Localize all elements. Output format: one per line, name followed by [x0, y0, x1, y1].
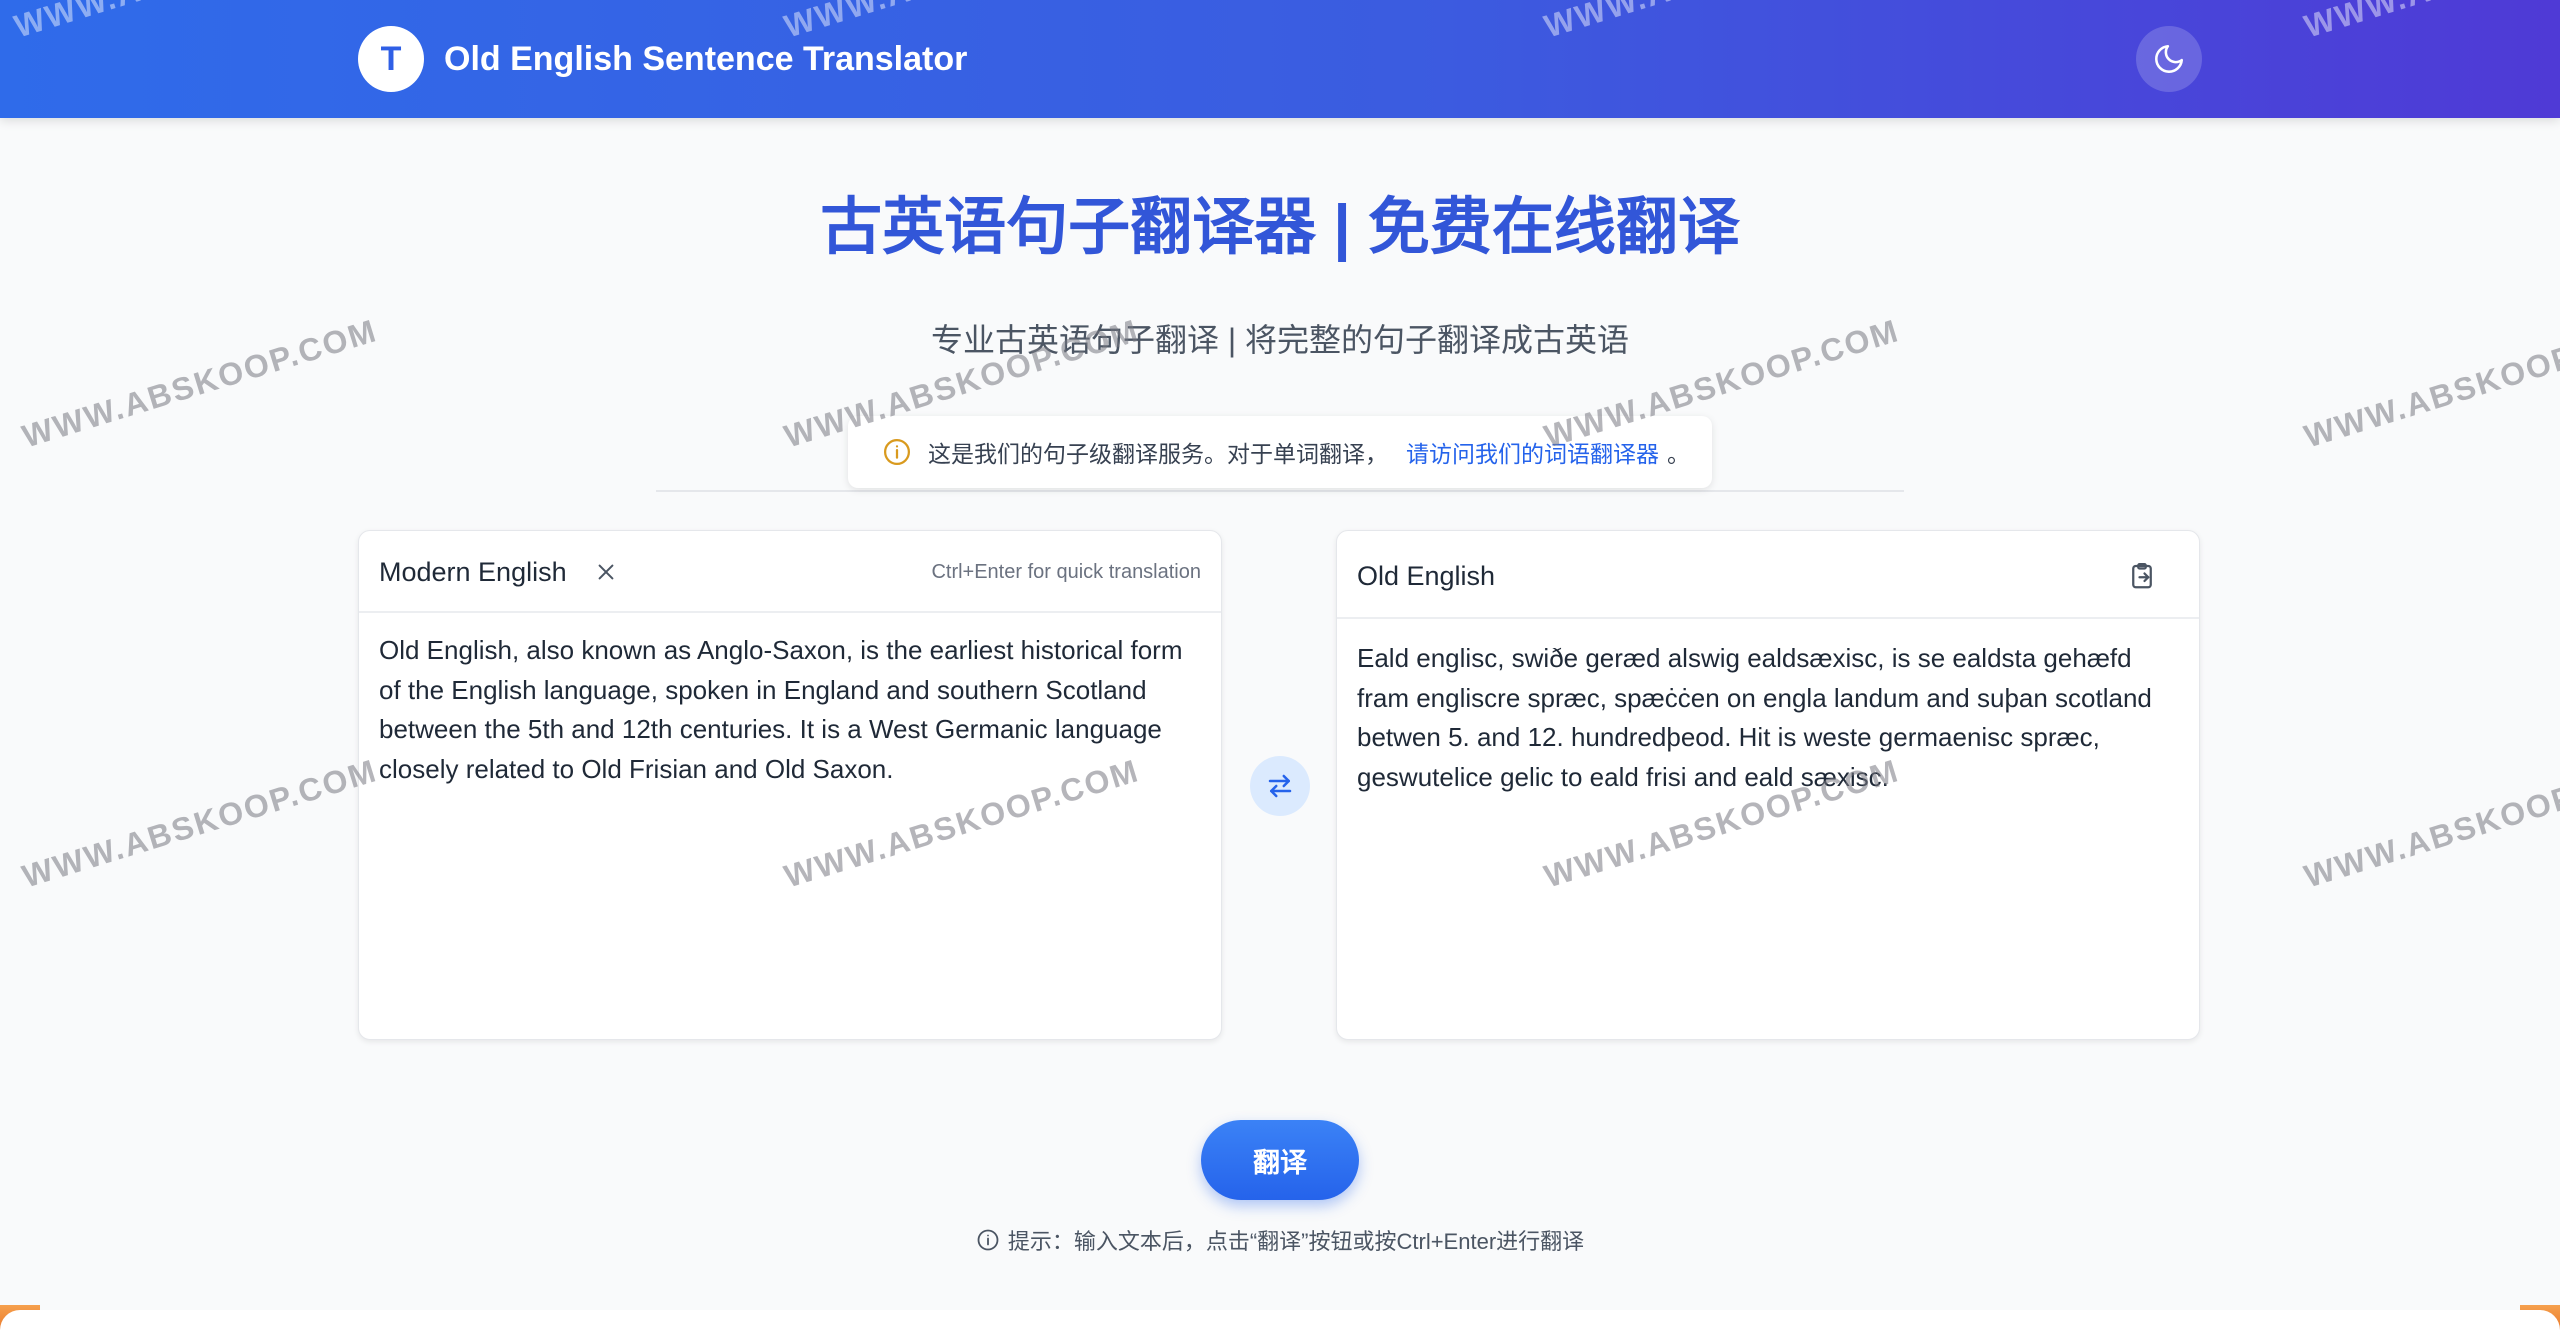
info-icon — [882, 437, 912, 467]
app-title[interactable]: Old English Sentence Translator — [444, 38, 967, 80]
clipboard-icon — [2127, 561, 2157, 591]
source-panel-header: Modern English Ctrl+Enter for quick tran… — [359, 531, 1221, 613]
swap-icon — [1265, 771, 1295, 801]
target-panel-header: Old English — [1337, 531, 2199, 619]
usage-tip: 提示：输入文本后，点击“翻译”按钮或按Ctrl+Enter进行翻译 — [0, 1224, 2560, 1256]
source-language-label: Modern English — [379, 557, 567, 587]
page-title: 古英语句子翻译器 | 免费在线翻译 — [820, 193, 1740, 262]
notice-suffix: 。 — [1667, 441, 1690, 467]
target-language-label: Old English — [1357, 561, 1496, 591]
notice-text: 这是我们的句子级翻译服务。对于单词翻译， — [928, 441, 1388, 467]
translated-text-output: Eald englisc, swiðe geræd alswig ealdsæx… — [1357, 643, 2152, 792]
theme-toggle-button[interactable] — [2136, 26, 2202, 92]
shortcut-hint: Ctrl+Enter for quick translation — [931, 561, 1201, 583]
page-subtitle: 专业古英语句子翻译 | 将完整的句子翻译成古英语 — [930, 322, 1630, 358]
translate-button[interactable]: 翻译 — [1201, 1120, 1359, 1200]
close-icon — [595, 561, 617, 583]
usage-tip-text: 提示：输入文本后，点击“翻译”按钮或按Ctrl+Enter进行翻译 — [1007, 1229, 1585, 1254]
target-panel: Old English Eald englisc, swiðe geræd al… — [1336, 530, 2200, 1040]
notice-banner: 这是我们的句子级翻译服务。对于单词翻译， 请访问我们的词语翻译器 。 — [848, 416, 1712, 488]
moon-icon — [2152, 42, 2186, 76]
word-translator-link[interactable]: 请访问我们的词语翻译器 — [1406, 435, 1659, 469]
app-header: T Old English Sentence Translator — [0, 0, 2560, 118]
section-divider — [656, 490, 1904, 492]
copy-button[interactable] — [2125, 559, 2159, 593]
bottom-bar — [0, 1310, 2560, 1333]
source-text-input[interactable]: Old English, also known as Anglo-Saxon, … — [379, 631, 1191, 789]
watermark: WWW.ABSKOOP.COM — [18, 752, 382, 895]
source-panel: Modern English Ctrl+Enter for quick tran… — [358, 530, 1222, 1040]
clear-button[interactable] — [591, 557, 621, 587]
watermark: WWW.ABSKOOP.COM — [2300, 752, 2560, 895]
info-icon — [976, 1228, 1000, 1252]
app-logo: T — [358, 26, 424, 92]
swap-languages-button[interactable] — [1250, 756, 1310, 816]
